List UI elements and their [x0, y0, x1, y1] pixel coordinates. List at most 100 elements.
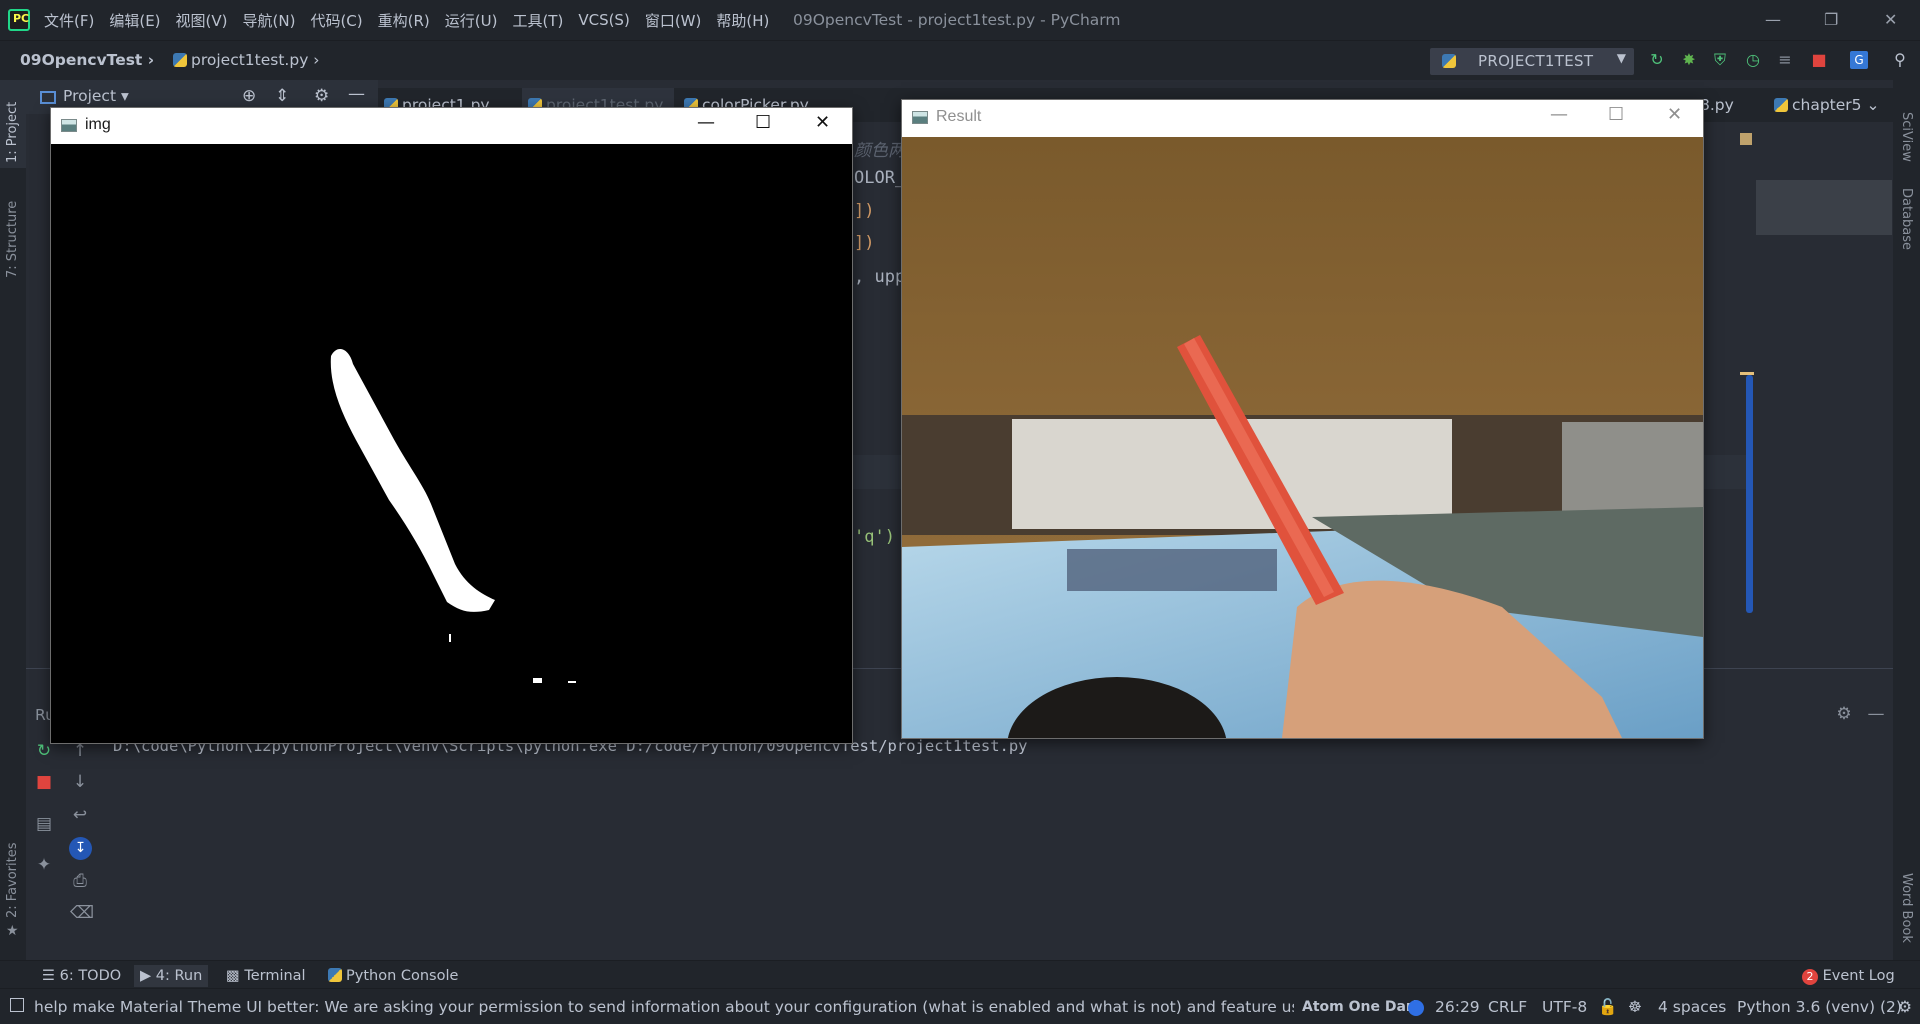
code-line: 'q') — [854, 527, 895, 547]
menu-help[interactable]: 帮助(H) — [716, 10, 769, 31]
sciview-tool-tab[interactable]: SciView — [1899, 112, 1914, 162]
python-file-icon — [173, 53, 187, 67]
concurrency-icon[interactable]: ≡ — [1776, 51, 1794, 69]
menu-refactor[interactable]: 重构(R) — [378, 10, 430, 31]
breadcrumb-project[interactable]: 09OpencvTest › — [20, 51, 154, 69]
theme-indicator[interactable]: Atom One Dark — [1302, 999, 1422, 1015]
result-window-titlebar[interactable]: Result — ☐ ✕ — [902, 100, 1703, 136]
bottom-tool-tabs: ☰ 6: TODO ▶ 4: Run ▩ Terminal Python Con… — [0, 960, 1920, 988]
gear-icon[interactable]: ⚙ — [314, 86, 329, 106]
tab-chapter5[interactable]: chapter5 ⌄ — [1768, 88, 1893, 122]
pin-icon[interactable]: ✦ — [34, 855, 54, 875]
coverage-icon[interactable]: ⛨ — [1711, 51, 1729, 69]
project-view-select[interactable]: Project ▾ — [63, 87, 129, 105]
down-arrow-icon[interactable]: ↓ — [70, 772, 90, 792]
up-arrow-icon[interactable]: ↑ — [70, 741, 90, 761]
run-configuration-label: PROJECT1TEST — [1478, 52, 1594, 70]
menu-code[interactable]: 代码(C) — [310, 10, 362, 31]
code-line: , upp — [854, 267, 906, 287]
img-window-title: img — [85, 116, 111, 133]
collapse-icon[interactable]: ⇕ — [275, 86, 289, 106]
tab-run[interactable]: ▶ 4: Run — [134, 965, 209, 987]
play-icon: ▶ — [140, 968, 156, 984]
window-icon — [912, 111, 928, 124]
trash-icon[interactable]: ⌫ — [70, 903, 94, 923]
editor-scrollbar[interactable] — [1746, 375, 1753, 613]
event-count-badge: 2 — [1802, 969, 1818, 985]
line-separator[interactable]: CRLF — [1488, 998, 1527, 1016]
rerun-icon[interactable]: ↻ — [34, 741, 54, 761]
menu-tools[interactable]: 工具(T) — [512, 10, 563, 31]
file-encoding[interactable]: UTF-8 — [1542, 998, 1587, 1016]
indent-setting[interactable]: 4 spaces — [1658, 998, 1726, 1016]
minimize-button[interactable]: — — [697, 112, 715, 133]
gear-icon[interactable]: ⚙ — [1834, 704, 1854, 724]
menu-edit[interactable]: 编辑(E) — [109, 10, 160, 31]
maximize-button[interactable]: ☐ — [755, 112, 771, 133]
memory-icon[interactable]: ⚙ — [1898, 998, 1912, 1016]
status-message[interactable]: help make Material Theme UI better: We a… — [34, 998, 1294, 1016]
tab-todo[interactable]: ☰ 6: TODO — [36, 965, 127, 987]
maximize-button[interactable]: ☐ — [1608, 104, 1624, 125]
python-file-icon — [1774, 98, 1788, 112]
hide-icon[interactable]: — — [348, 84, 365, 104]
stop-icon[interactable]: ■ — [1810, 51, 1828, 69]
rerun-icon[interactable]: ↻ — [1648, 51, 1666, 69]
locate-icon[interactable]: ⊕ — [242, 86, 256, 106]
debug-icon[interactable]: ✸ — [1680, 51, 1698, 69]
stop-icon[interactable]: ■ — [34, 772, 54, 792]
cursor-position[interactable]: 26:29 — [1435, 998, 1480, 1016]
hide-icon[interactable]: — — [1866, 704, 1886, 724]
database-tool-tab[interactable]: Database — [1899, 188, 1914, 250]
noise-dot — [533, 678, 542, 683]
translate-icon[interactable]: G — [1850, 51, 1868, 69]
result-window[interactable]: Result — ☐ ✕ — [901, 99, 1704, 739]
tab-python-console[interactable]: Python Console — [322, 965, 464, 987]
code-line: ]) — [854, 233, 875, 253]
tool-window-toggle-icon[interactable] — [10, 998, 24, 1012]
run-configuration-select[interactable]: PROJECT1TEST ▼ — [1430, 48, 1634, 75]
left-tool-strip: 1: Project 7: Structure 2: Favorites ★ — [0, 80, 26, 960]
folder-icon — [40, 91, 56, 104]
lock-icon[interactable]: 🔓 — [1598, 998, 1617, 1016]
theme-dot-icon — [1408, 1000, 1424, 1016]
profile-icon[interactable]: ◷ — [1744, 51, 1762, 69]
img-window-titlebar[interactable]: img — ☐ ✕ — [51, 108, 852, 144]
layout-icon[interactable]: ▤ — [34, 814, 54, 834]
minimize-button[interactable]: — — [1765, 10, 1781, 29]
close-button[interactable]: ✕ — [1667, 104, 1682, 125]
inspector-icon[interactable]: ☸ — [1628, 998, 1642, 1016]
project-tool-tab[interactable]: 1: Project — [5, 102, 20, 163]
python-interpreter[interactable]: Python 3.6 (venv) (2) — [1737, 998, 1902, 1016]
structure-tool-tab[interactable]: 7: Structure — [5, 201, 20, 278]
close-button[interactable]: ✕ — [815, 112, 830, 133]
chevron-down-icon: ▼ — [1616, 51, 1626, 65]
window-title: 09OpencvTest - project1test.py - PyCharm — [793, 11, 1121, 29]
minimize-button[interactable]: — — [1550, 104, 1568, 125]
inspection-indicator-icon[interactable] — [1740, 133, 1752, 145]
menu-file[interactable]: 文件(F) — [44, 10, 94, 31]
menu-window[interactable]: 窗口(W) — [645, 10, 702, 31]
event-log-button[interactable]: 2 Event Log — [1796, 965, 1901, 987]
scroll-to-end-icon[interactable]: ↧ — [69, 837, 92, 860]
search-icon[interactable]: ⚲ — [1891, 51, 1909, 69]
img-window[interactable]: img — ☐ ✕ — [50, 107, 853, 744]
favorites-tool-tab[interactable]: 2: Favorites — [5, 842, 20, 918]
soft-wrap-icon[interactable]: ↩ — [70, 805, 90, 825]
noise-dot — [449, 634, 451, 642]
menu-navigate[interactable]: 导航(N) — [243, 10, 296, 31]
menu-run[interactable]: 运行(U) — [445, 10, 498, 31]
menu-bar: 文件(F) 编辑(E) 视图(V) 导航(N) 代码(C) 重构(R) 运行(U… — [44, 0, 784, 40]
menu-vcs[interactable]: VCS(S) — [578, 11, 629, 29]
minimap[interactable] — [1756, 180, 1892, 235]
close-button[interactable]: ✕ — [1884, 10, 1897, 29]
tab-terminal[interactable]: ▩ Terminal — [220, 965, 312, 987]
restore-button[interactable]: ❐ — [1824, 10, 1838, 29]
noise-dot — [568, 681, 576, 683]
menu-view[interactable]: 视图(V) — [176, 10, 228, 31]
right-tool-strip: SciView Database Word Book — [1893, 80, 1920, 960]
breadcrumb-file[interactable]: project1test.py › — [173, 51, 320, 69]
status-bar: help make Material Theme UI better: We a… — [0, 988, 1920, 1024]
print-icon[interactable]: ⎙ — [70, 871, 90, 891]
wordbook-tool-tab[interactable]: Word Book — [1899, 873, 1914, 943]
